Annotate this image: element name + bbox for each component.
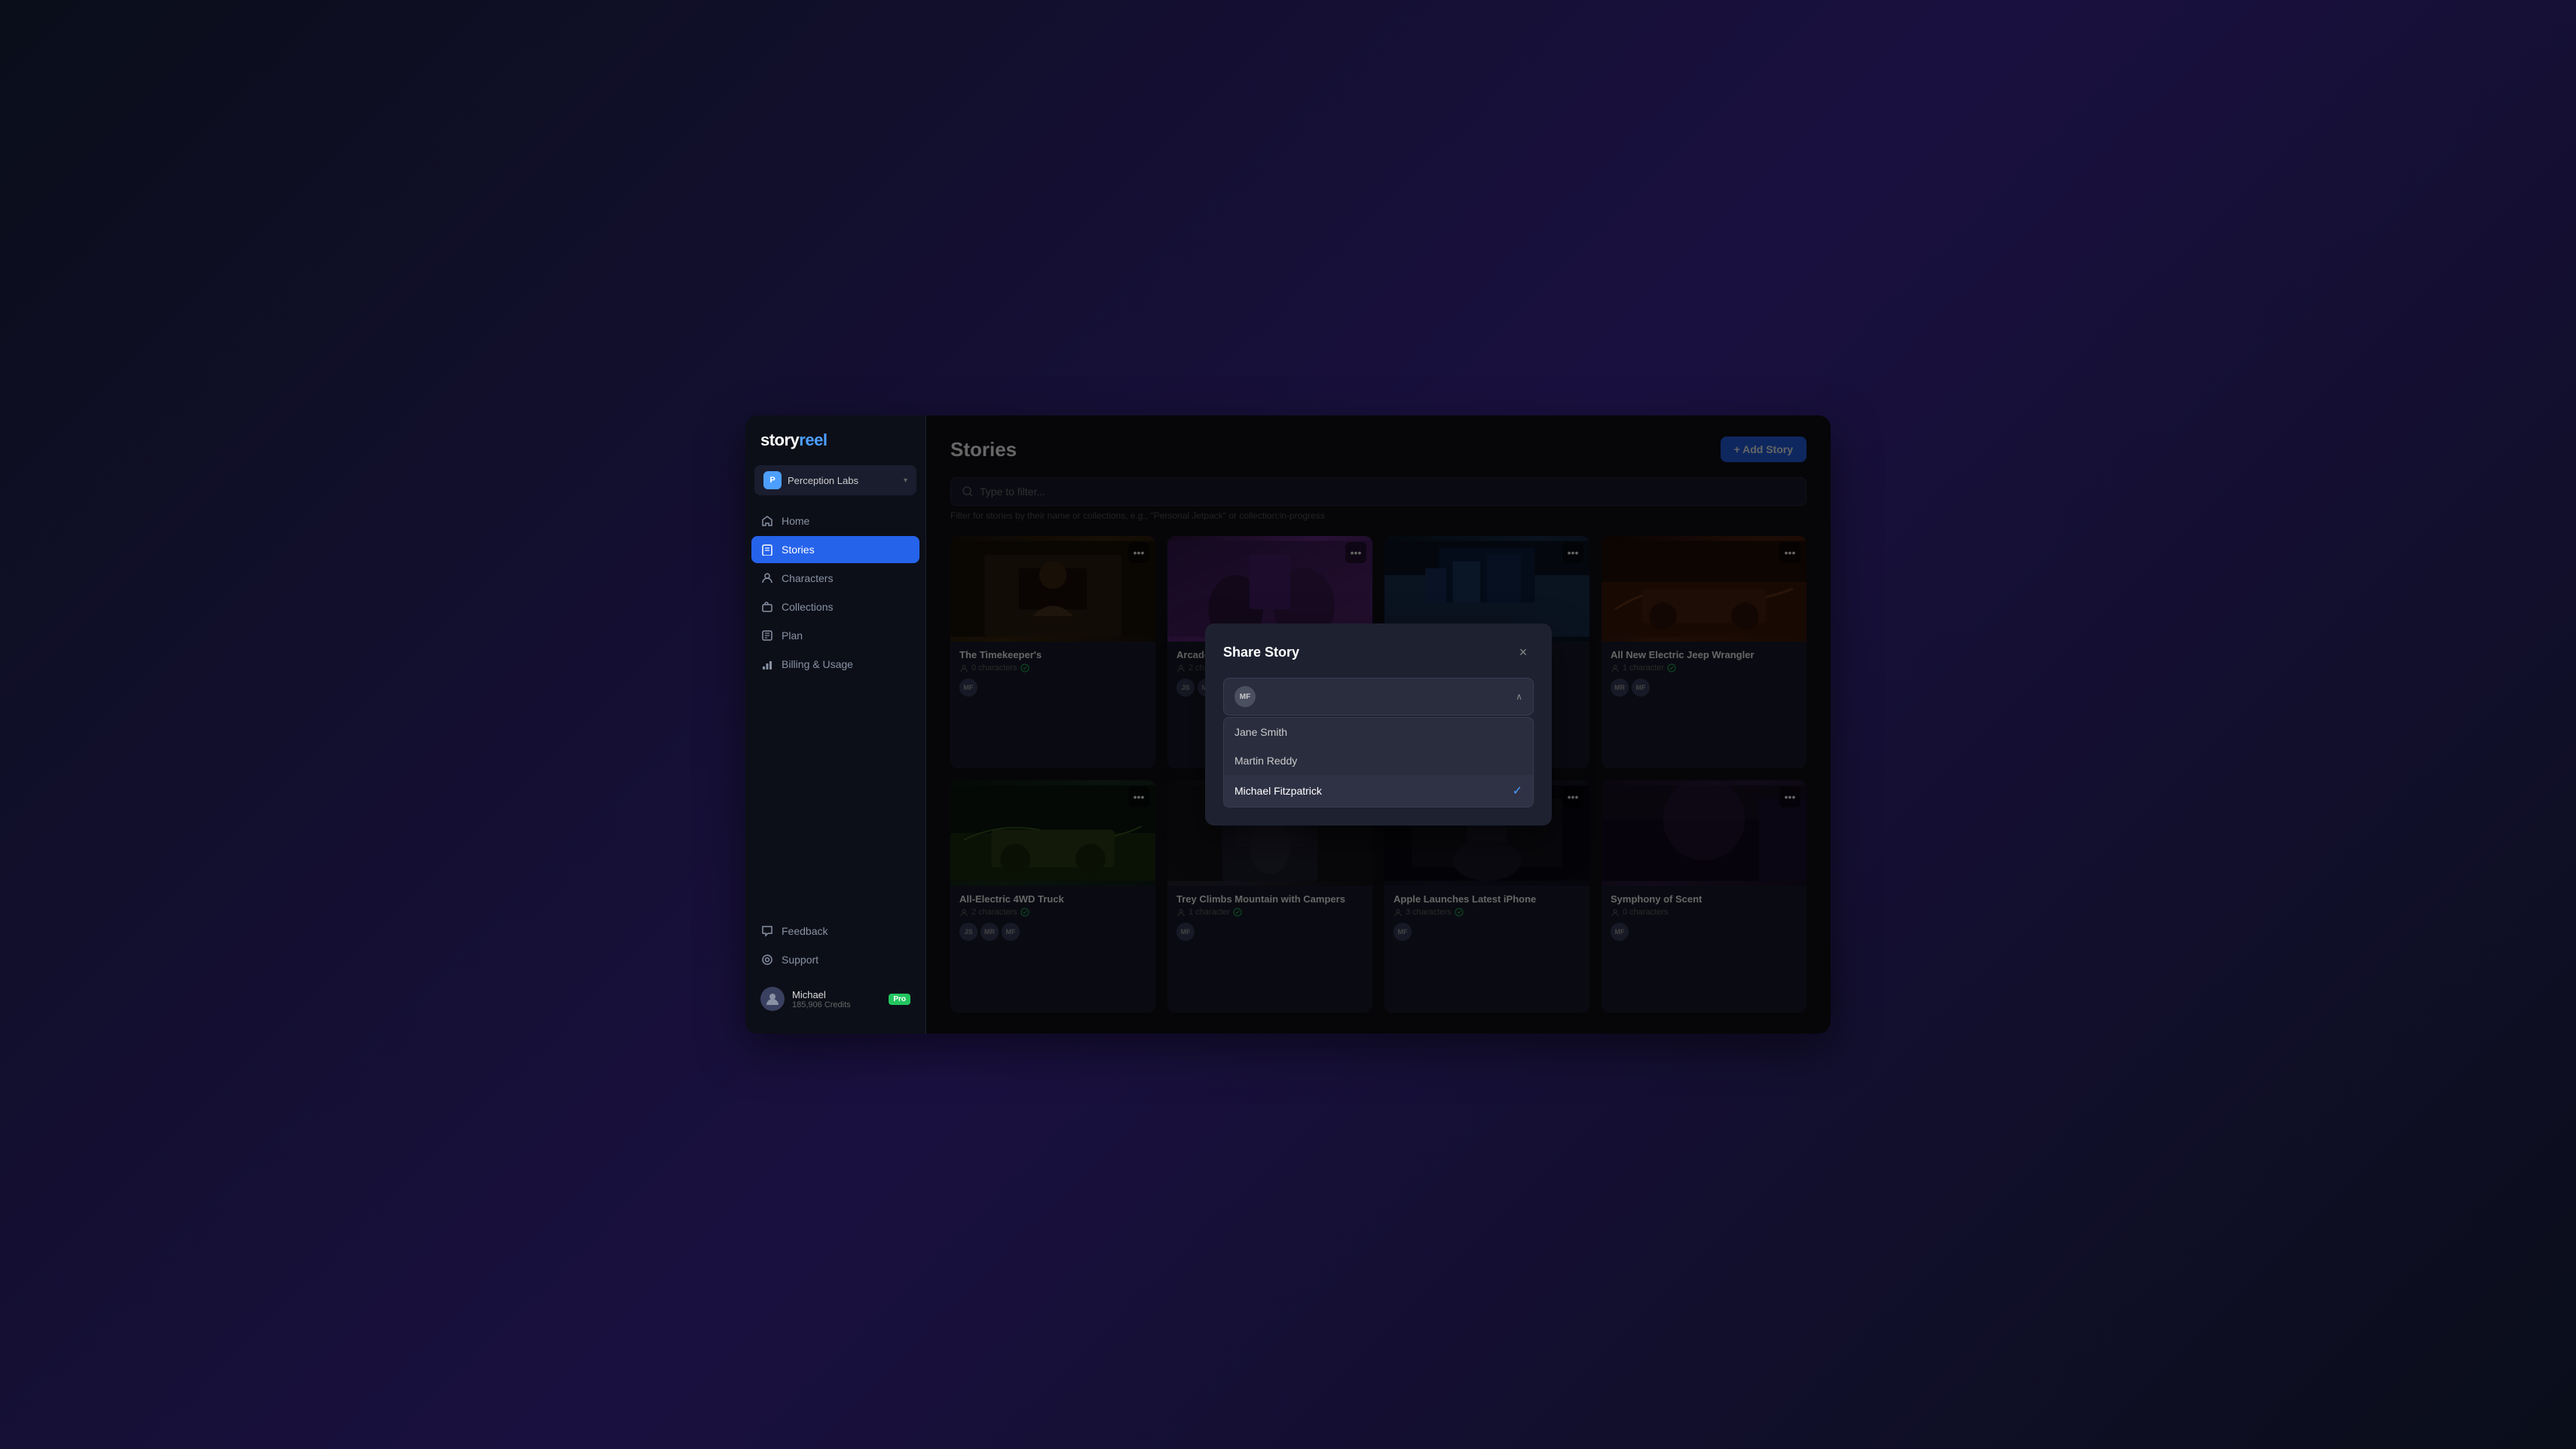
user-profile: Michael 185,906 Credits Pro <box>751 979 919 1019</box>
collections-icon <box>760 600 774 614</box>
checkmark-icon: ✓ <box>1513 783 1522 798</box>
home-icon <box>760 514 774 528</box>
sidebar-item-support[interactable]: Support <box>751 946 919 973</box>
avatar <box>760 987 785 1011</box>
option-label: Martin Reddy <box>1234 755 1297 767</box>
billing-icon <box>760 657 774 671</box>
modal-close-button[interactable]: × <box>1513 642 1534 663</box>
sidebar-item-feedback[interactable]: Feedback <box>751 917 919 945</box>
sidebar-item-characters-label: Characters <box>782 572 833 584</box>
dropdown-option-jane[interactable]: Jane Smith <box>1224 718 1533 746</box>
dropdown-option-michael[interactable]: Michael Fitzpatrick ✓ <box>1224 775 1533 807</box>
sidebar-item-stories-label: Stories <box>782 544 815 556</box>
sidebar-item-billing[interactable]: Billing & Usage <box>751 651 919 678</box>
user-name: Michael <box>792 989 881 1000</box>
sidebar-item-collections[interactable]: Collections <box>751 593 919 620</box>
logo-reel: reel <box>799 430 827 449</box>
nav-items: Home Stories <box>745 507 925 917</box>
option-label: Jane Smith <box>1234 726 1287 738</box>
sidebar-item-feedback-label: Feedback <box>782 925 828 937</box>
sidebar-bottom: Feedback Support <box>745 917 925 1019</box>
modal-overlay: Share Story × MF ∧ Jane Smith Mart <box>926 415 1831 1034</box>
workspace-avatar: P <box>763 471 782 489</box>
sidebar-item-characters[interactable]: Characters <box>751 565 919 592</box>
pro-badge: Pro <box>889 994 910 1005</box>
dropdown-menu: Jane Smith Martin Reddy Michael Fitzpatr… <box>1223 717 1534 807</box>
logo-story: story <box>760 430 799 449</box>
characters-icon <box>760 571 774 585</box>
modal-header: Share Story × <box>1223 642 1534 663</box>
workspace-chevron-icon: ▾ <box>904 476 907 485</box>
sidebar-item-support-label: Support <box>782 954 818 966</box>
sidebar-item-stories[interactable]: Stories <box>751 536 919 563</box>
share-story-modal: Share Story × MF ∧ Jane Smith Mart <box>1205 623 1552 826</box>
sidebar-item-home[interactable]: Home <box>751 507 919 535</box>
share-dropdown: MF ∧ Jane Smith Martin Reddy Michael Fit… <box>1223 678 1534 807</box>
support-icon <box>760 953 774 967</box>
sidebar-item-plan-label: Plan <box>782 630 803 642</box>
sidebar: storyreel P Perception Labs ▾ Home <box>745 415 926 1034</box>
modal-title: Share Story <box>1223 645 1299 660</box>
user-info: Michael 185,906 Credits <box>792 989 881 1009</box>
dropdown-chevron-up-icon: ∧ <box>1516 691 1522 702</box>
user-credits: 185,906 Credits <box>792 1000 881 1009</box>
dropdown-selected-avatar: MF <box>1234 686 1256 707</box>
sidebar-item-home-label: Home <box>782 515 809 527</box>
sidebar-item-collections-label: Collections <box>782 601 833 613</box>
sidebar-item-plan[interactable]: Plan <box>751 622 919 649</box>
stories-icon <box>760 543 774 556</box>
feedback-icon <box>760 924 774 938</box>
workspace-selector[interactable]: P Perception Labs ▾ <box>754 465 916 495</box>
sidebar-item-billing-label: Billing & Usage <box>782 658 853 670</box>
option-label: Michael Fitzpatrick <box>1234 785 1322 797</box>
dropdown-trigger[interactable]: MF ∧ <box>1223 678 1534 715</box>
app-logo: storyreel <box>745 430 925 465</box>
dropdown-option-martin[interactable]: Martin Reddy <box>1224 746 1533 775</box>
plan-icon <box>760 629 774 642</box>
main-content: Stories + Add Story Filter for stories b… <box>926 415 1831 1034</box>
workspace-name: Perception Labs <box>788 475 898 486</box>
